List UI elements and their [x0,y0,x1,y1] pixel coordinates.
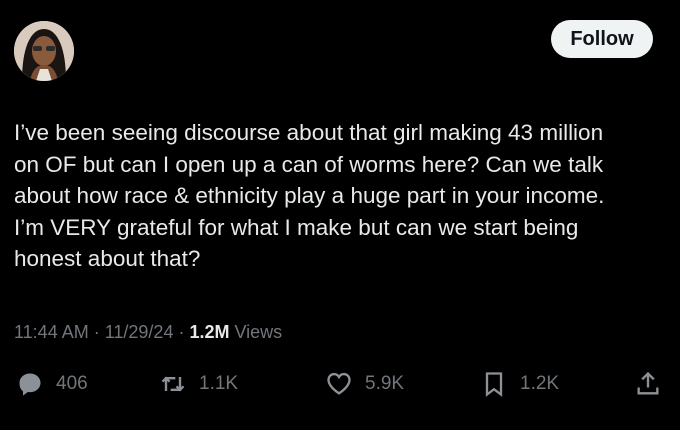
tweet-meta: 11:44 AM · 11/29/24 · 1.2M Views [14,322,282,343]
share-icon [637,371,659,395]
meta-separator: · [178,322,185,342]
bookmark-button[interactable]: 1.2K [480,366,559,402]
bookmark-icon [485,372,503,397]
tweet-time[interactable]: 11:44 AM [14,322,89,343]
reply-icon [19,373,41,396]
avatar[interactable] [14,21,74,81]
repost-icon [161,376,185,392]
share-button[interactable] [634,366,662,402]
repost-button[interactable]: 1.1K [159,366,238,402]
like-icon [327,372,351,395]
like-count: 5.9K [365,373,405,394]
like-button[interactable]: 5.9K [325,366,404,402]
bookmark-count: 1.2K [520,373,560,394]
views-count: 1.2M [189,322,230,342]
tweet-date[interactable]: 11/29/24 [105,322,174,343]
views-label: Views [234,322,283,342]
avatar-image [14,21,74,81]
repost-count: 1.1K [199,373,239,394]
tweet-text: I’ve been seeing discourse about that gi… [14,120,605,271]
reply-count: 406 [56,373,88,394]
meta-separator: · [93,322,100,342]
follow-button[interactable]: Follow [551,20,653,58]
reply-button[interactable]: 406 [16,366,88,402]
